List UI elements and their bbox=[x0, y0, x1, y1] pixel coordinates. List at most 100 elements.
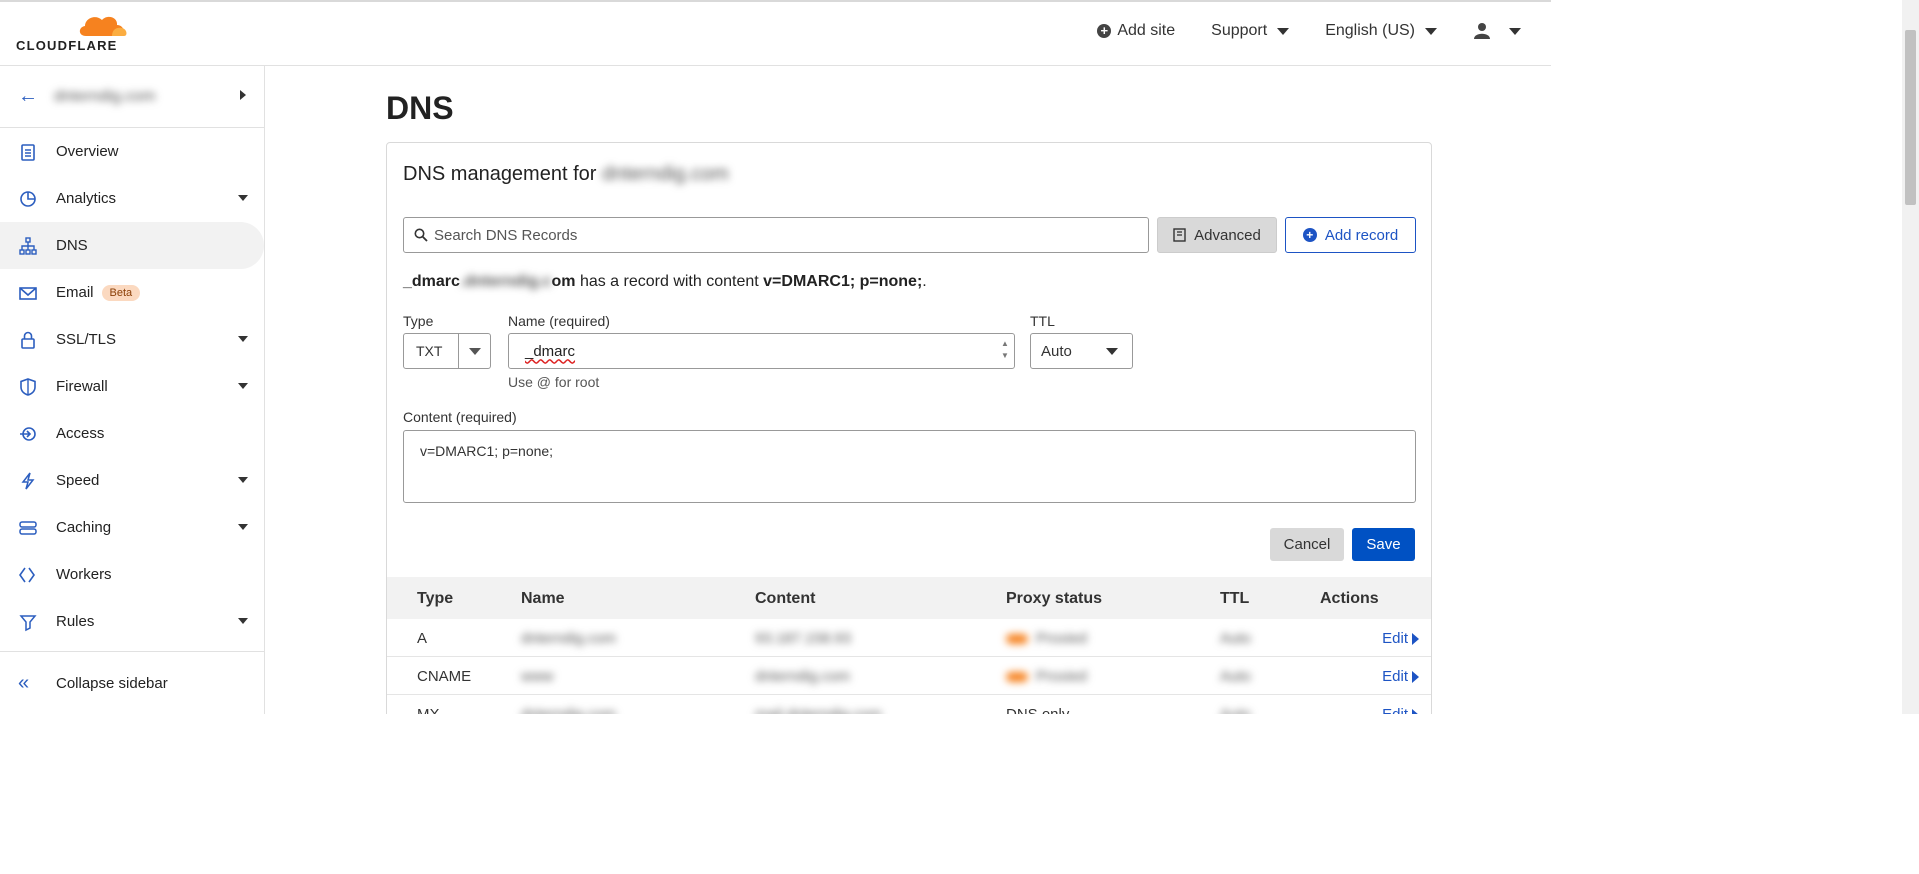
search-input[interactable]: Search DNS Records bbox=[403, 217, 1149, 253]
logo-text: CLOUDFLARE bbox=[16, 38, 118, 53]
lock-icon bbox=[18, 330, 56, 350]
add-site-label: Add site bbox=[1117, 22, 1176, 39]
edit-button[interactable]: Edit bbox=[1382, 630, 1419, 647]
proxied-cloud-icon bbox=[1006, 672, 1028, 683]
sidebar-item-label: Speed bbox=[56, 472, 100, 489]
envelope-icon bbox=[18, 283, 56, 303]
sidebar-item-caching[interactable]: Caching bbox=[0, 504, 264, 551]
caret-down-icon bbox=[1106, 348, 1118, 355]
sidebar-item-label: Rules bbox=[56, 613, 95, 630]
proxy-status-text: Proxied bbox=[1036, 630, 1087, 647]
name-value: _dmarc bbox=[525, 342, 576, 360]
table-row[interactable]: CNAME www dnterndig.com Proxied Auto Edi… bbox=[387, 657, 1431, 695]
content-textarea[interactable]: v=DMARC1; p=none; bbox=[403, 430, 1416, 503]
ttl-label: TTL bbox=[1030, 313, 1055, 329]
caret-right-icon bbox=[1412, 708, 1419, 714]
sidebar-item-email[interactable]: Email Beta bbox=[0, 269, 264, 316]
network-icon bbox=[18, 236, 56, 256]
server-icon bbox=[18, 518, 56, 538]
user-menu[interactable] bbox=[1473, 22, 1521, 40]
sidebar-item-workers[interactable]: Workers bbox=[0, 551, 264, 598]
caret-down-icon bbox=[238, 383, 248, 389]
type-dropdown-button[interactable] bbox=[458, 334, 490, 368]
summary-name-prefix: _dmarc bbox=[403, 273, 460, 290]
edit-label: Edit bbox=[1382, 706, 1408, 714]
search-placeholder: Search DNS Records bbox=[434, 226, 578, 244]
main-content: DNS DNS management for dnterndig.com Sea… bbox=[266, 66, 1551, 714]
sidebar-item-analytics[interactable]: Analytics bbox=[0, 175, 264, 222]
edit-button[interactable]: Edit bbox=[1382, 668, 1419, 685]
sidebar-item-label: Overview bbox=[56, 143, 119, 160]
dns-management-card: DNS management for dnterndig.com Search … bbox=[386, 142, 1432, 714]
sidebar: ← dnterndig.com Overview Analytics DNS E… bbox=[0, 66, 265, 714]
save-button[interactable]: Save bbox=[1352, 528, 1415, 561]
collapse-sidebar-button[interactable]: « Collapse sidebar bbox=[0, 651, 264, 714]
cell-type: A bbox=[417, 630, 428, 647]
cell-type: MX bbox=[417, 706, 440, 714]
sidebar-item-label: Analytics bbox=[56, 190, 117, 207]
cancel-button[interactable]: Cancel bbox=[1270, 528, 1344, 561]
language-menu[interactable]: English (US) bbox=[1325, 22, 1437, 40]
sidebar-item-ssl-tls[interactable]: SSL/TLS bbox=[0, 316, 264, 363]
cloud-logo-icon bbox=[79, 16, 127, 36]
name-field[interactable]: _dmarc ▲ ▼ bbox=[508, 333, 1015, 369]
site-name: dnterndig.com bbox=[54, 87, 156, 105]
back-arrow-icon[interactable]: ← bbox=[18, 85, 54, 108]
column-header-type[interactable]: Type bbox=[417, 590, 453, 608]
access-icon bbox=[18, 424, 56, 444]
cell-proxy-status: DNS only bbox=[1006, 706, 1069, 714]
add-record-button[interactable]: + Add record bbox=[1285, 217, 1416, 253]
edit-button[interactable]: Edit bbox=[1382, 706, 1419, 714]
support-menu[interactable]: Support bbox=[1211, 22, 1290, 40]
sidebar-item-rules[interactable]: Rules bbox=[0, 598, 264, 645]
cell-name: dnterndig.com bbox=[521, 630, 617, 647]
cell-content: 93.187.158.93 bbox=[755, 630, 851, 647]
advanced-button[interactable]: Advanced bbox=[1157, 217, 1277, 253]
page-scrollbar[interactable] bbox=[1902, 0, 1919, 714]
sidebar-nav: Overview Analytics DNS Email Beta SSL/TL… bbox=[0, 128, 264, 645]
column-header-proxy-status[interactable]: Proxy status bbox=[1006, 590, 1102, 608]
caret-down-icon bbox=[1509, 27, 1521, 35]
caret-down-icon bbox=[1277, 27, 1290, 35]
chevron-right-icon bbox=[240, 90, 246, 100]
sidebar-item-label: Access bbox=[56, 425, 105, 442]
cell-ttl: Auto bbox=[1220, 668, 1251, 685]
cell-proxy-status: Proxied bbox=[1006, 668, 1087, 685]
add-site-button[interactable]: + Add site bbox=[1097, 22, 1175, 40]
search-icon bbox=[414, 228, 428, 242]
sidebar-item-access[interactable]: Access bbox=[0, 410, 264, 457]
column-header-content[interactable]: Content bbox=[755, 590, 815, 608]
spinner-arrows-icon[interactable]: ▲ ▼ bbox=[1000, 338, 1010, 364]
type-select[interactable]: TXT bbox=[403, 333, 491, 369]
sidebar-item-overview[interactable]: Overview bbox=[0, 128, 264, 175]
column-header-ttl[interactable]: TTL bbox=[1220, 590, 1249, 608]
sidebar-item-dns[interactable]: DNS bbox=[0, 222, 264, 269]
ttl-select[interactable]: Auto bbox=[1030, 333, 1133, 369]
cell-name: www bbox=[521, 668, 554, 685]
table-row[interactable]: MX dnterndig.com mail.dnterndig.com DNS … bbox=[387, 695, 1431, 714]
cell-ttl: Auto bbox=[1220, 706, 1251, 714]
caret-right-icon bbox=[1412, 632, 1419, 645]
sidebar-item-speed[interactable]: Speed bbox=[0, 457, 264, 504]
caret-down-icon bbox=[238, 618, 248, 624]
ttl-value: Auto bbox=[1041, 342, 1072, 360]
content-value: v=DMARC1; p=none; bbox=[420, 443, 554, 459]
edit-label: Edit bbox=[1382, 630, 1408, 647]
caret-right-icon bbox=[1412, 670, 1419, 683]
cell-content: dnterndig.com bbox=[755, 668, 851, 685]
clipboard-icon bbox=[18, 142, 56, 162]
sidebar-item-firewall[interactable]: Firewall bbox=[0, 363, 264, 410]
double-chevron-left-icon: « bbox=[18, 671, 30, 694]
sidebar-item-label: Email bbox=[56, 284, 94, 301]
column-header-name[interactable]: Name bbox=[521, 590, 565, 608]
cloudflare-logo[interactable]: CLOUDFLARE bbox=[16, 12, 128, 56]
site-selector[interactable]: ← dnterndig.com bbox=[0, 66, 264, 128]
sidebar-item-label: SSL/TLS bbox=[56, 331, 117, 348]
scrollbar-thumb[interactable] bbox=[1905, 30, 1916, 205]
caret-down-icon bbox=[238, 477, 248, 483]
top-nav: + Add site Support English (US) bbox=[1097, 22, 1521, 40]
cell-content: mail.dnterndig.com bbox=[755, 706, 882, 714]
collapse-label: Collapse sidebar bbox=[56, 674, 168, 692]
table-row[interactable]: A dnterndig.com 93.187.158.93 Proxied Au… bbox=[387, 619, 1431, 657]
summary-name-blurred: .dnterndig.c bbox=[459, 273, 552, 290]
